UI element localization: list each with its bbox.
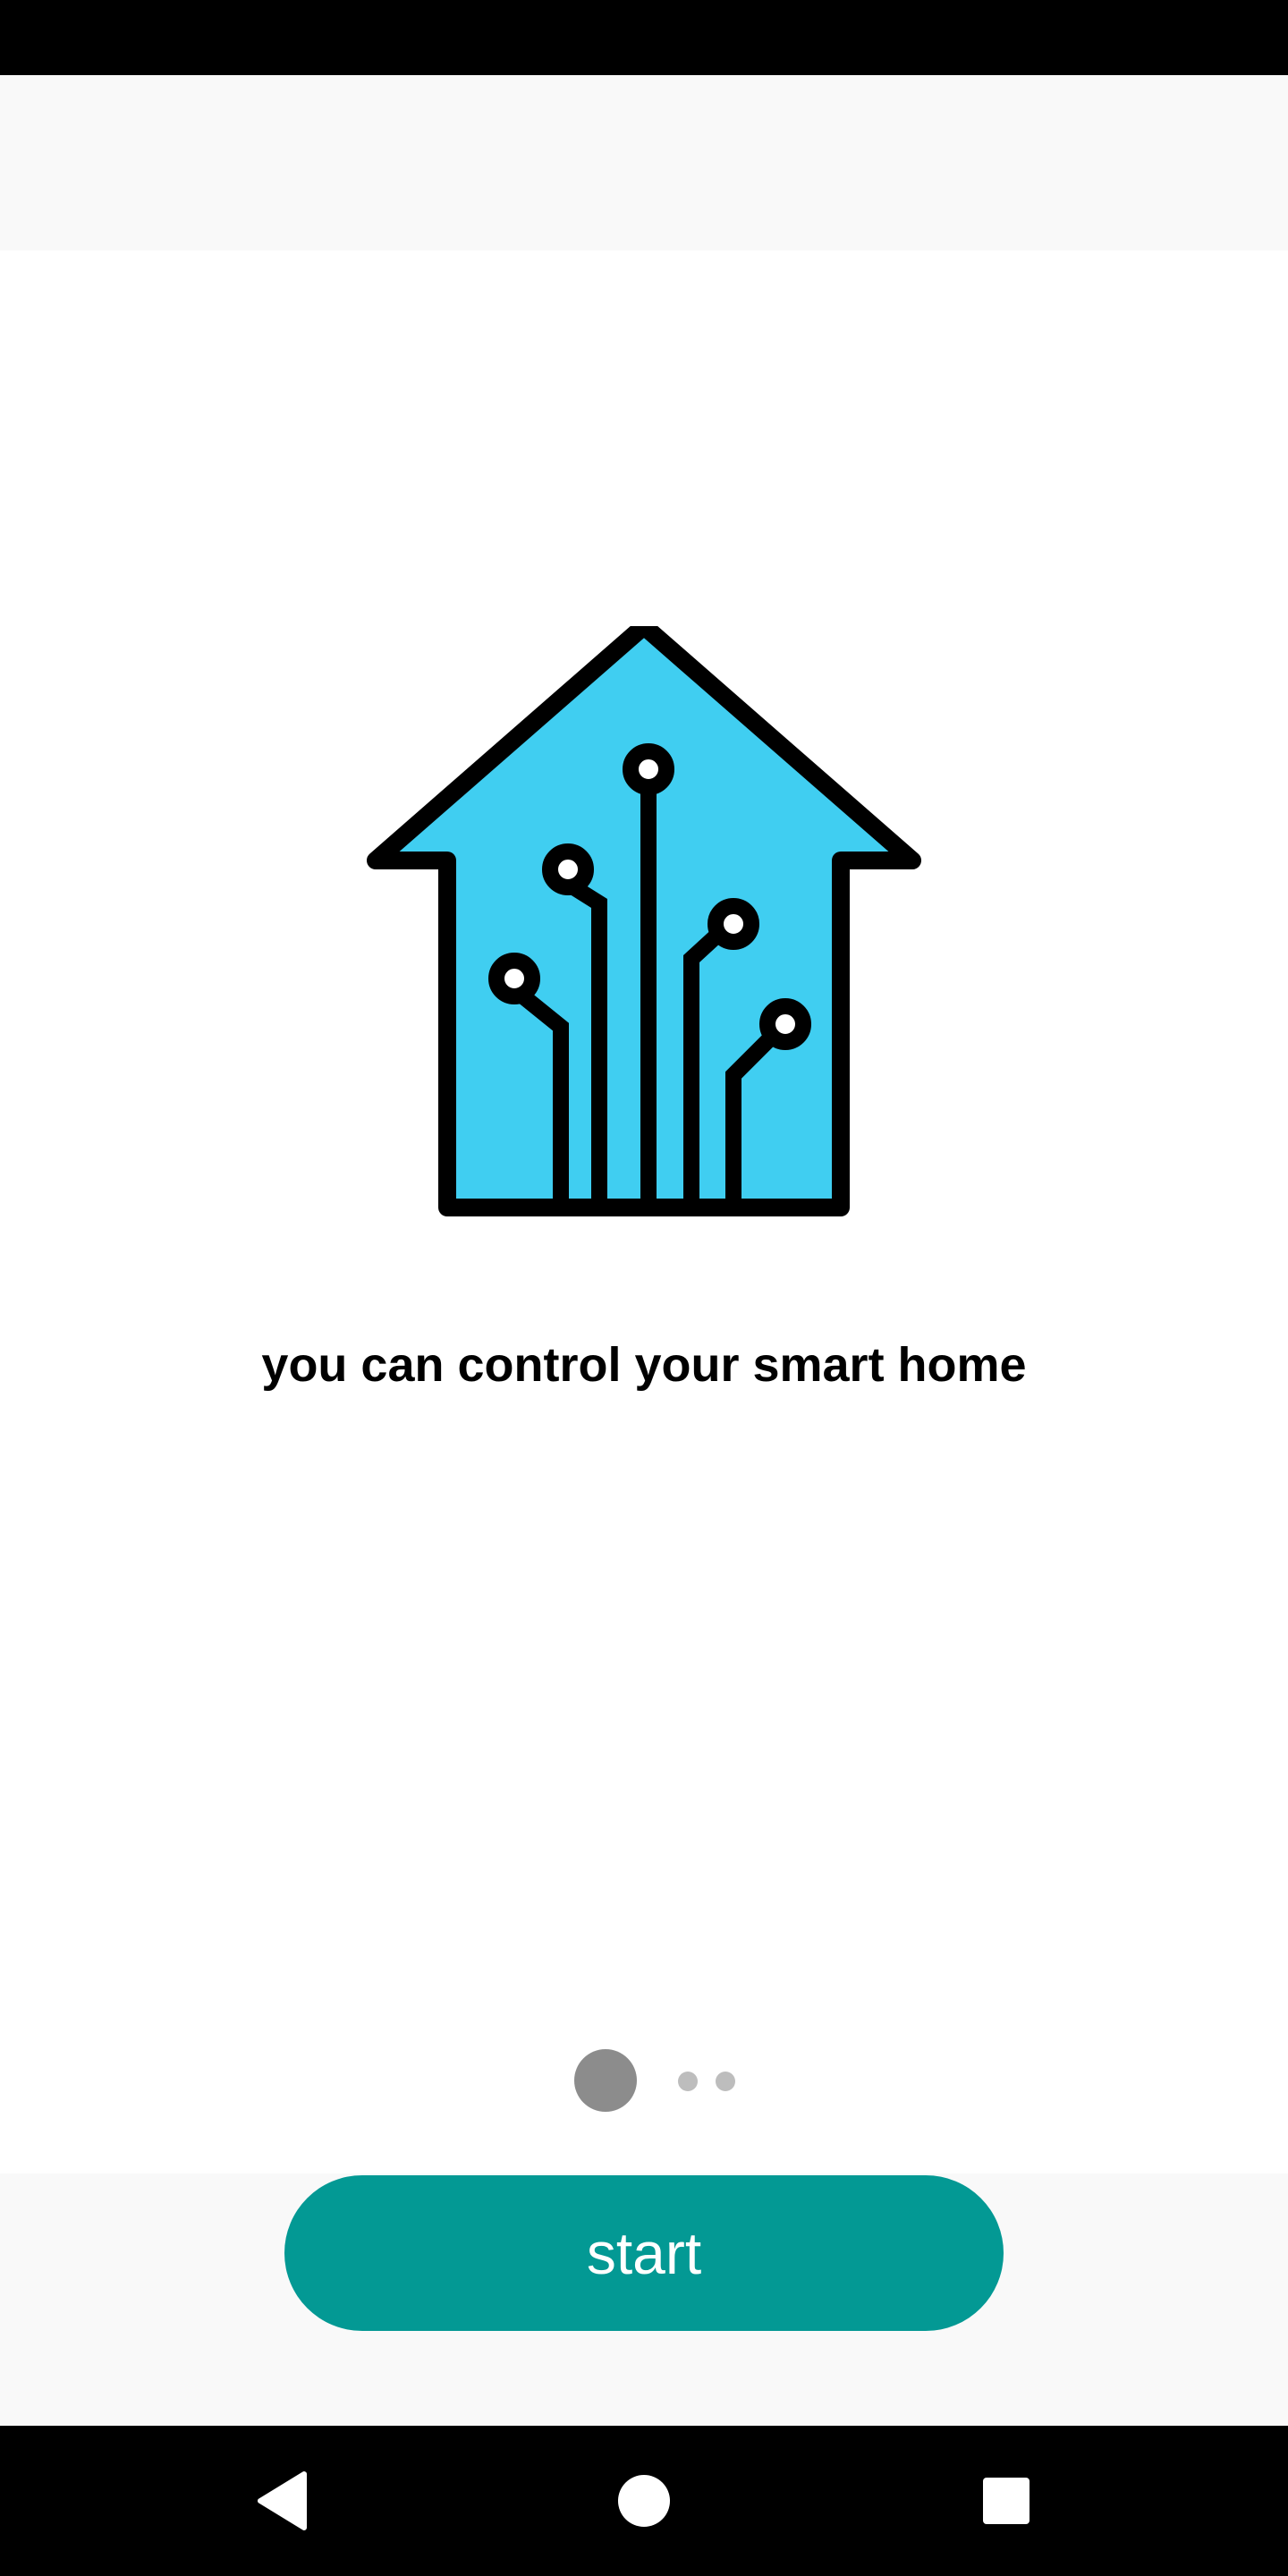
back-triangle-icon[interactable] xyxy=(192,2426,371,2576)
page-indicator xyxy=(0,2049,1288,2112)
home-circle-icon[interactable] xyxy=(555,2426,733,2576)
smart-home-circuit-icon xyxy=(358,626,930,1458)
page-dot-3[interactable] xyxy=(716,2072,735,2091)
page-dot-1-active[interactable] xyxy=(574,2049,637,2112)
page-dot-2[interactable] xyxy=(678,2072,698,2091)
system-navigation-bar xyxy=(0,2426,1288,2576)
app-bar xyxy=(0,75,1288,250)
onboarding-caption: you can control your smart home xyxy=(261,1338,1027,1392)
recent-apps-square-icon[interactable] xyxy=(917,2426,1096,2576)
status-bar xyxy=(0,0,1288,75)
start-button[interactable]: start xyxy=(284,2175,1004,2331)
